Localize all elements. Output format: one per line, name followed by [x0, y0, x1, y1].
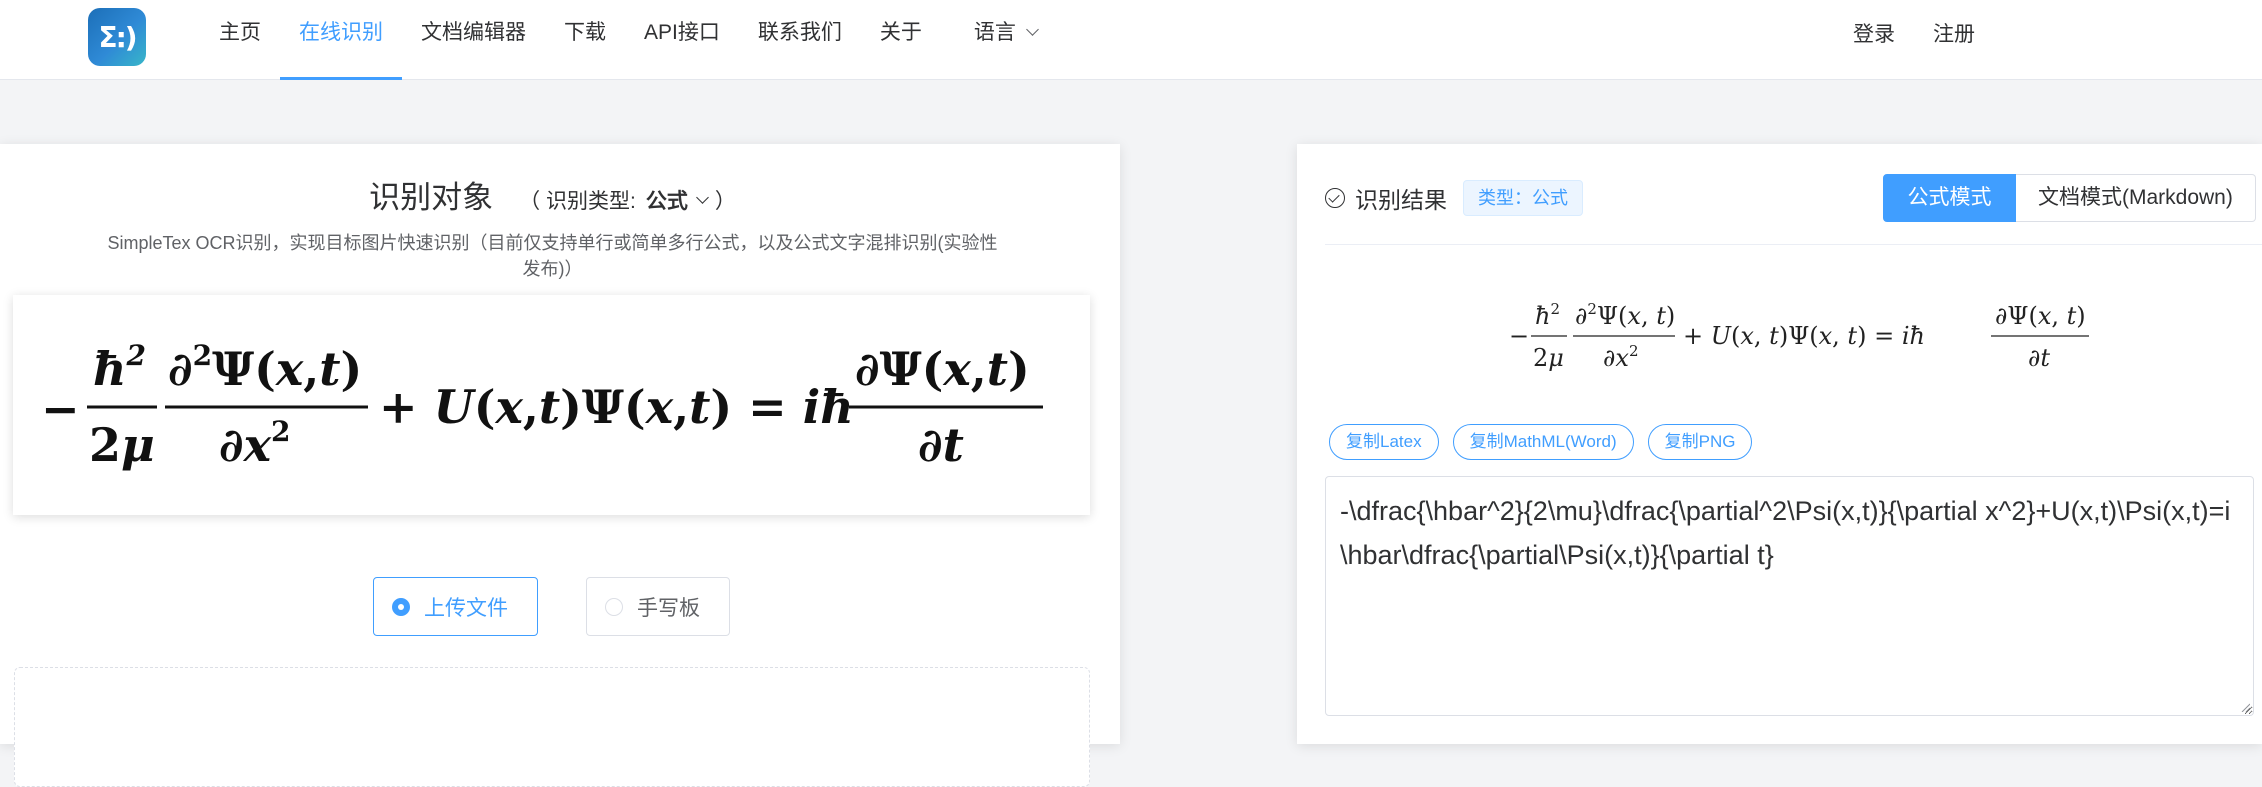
svg-text:∂t: ∂t [918, 418, 964, 472]
nav-item-home[interactable]: 主页 [200, 0, 280, 80]
handwriting-board-label: 手写板 [637, 596, 700, 620]
copy-mathml-button[interactable]: 复制MathML(Word) [1452, 424, 1634, 460]
resize-handle-icon[interactable] [2240, 702, 2250, 712]
copy-latex-button[interactable]: 复制Latex [1329, 424, 1439, 460]
latex-output-textarea[interactable]: -\dfrac{\hbar^2}{2\mu}\dfrac{\partial^2\… [1325, 476, 2254, 716]
login-link[interactable]: 登录 [1853, 18, 1895, 48]
page-title: 识别对象 [369, 180, 494, 215]
svg-text:∂x2: ∂x2 [1603, 342, 1639, 372]
copy-png-button[interactable]: 复制PNG [1647, 424, 1753, 460]
svg-text:∂Ψ(x,t): ∂Ψ(x,t) [855, 342, 1030, 396]
svg-text:−: − [41, 382, 80, 436]
nav-item-contact[interactable]: 联系我们 [739, 0, 861, 80]
svg-text:∂Ψ(x, t): ∂Ψ(x, t) [1995, 302, 2086, 330]
svg-text:ħ2: ħ2 [93, 339, 146, 396]
formula-input-image: − ħ2 2μ ∂2Ψ(x,t) ∂x2 + U(x,t)Ψ(x,t) = iħ… [13, 295, 1090, 515]
svg-text:+ U(x,t)Ψ(x,t) = iħ: + U(x,t)Ψ(x,t) = iħ [379, 380, 854, 434]
recognition-type-value[interactable]: 公式 [646, 190, 688, 213]
document-mode-button[interactable]: 文档模式(Markdown) [2016, 174, 2256, 222]
radio-unselected-icon [605, 597, 623, 616]
latex-output-text: -\dfrac{\hbar^2}{2\mu}\dfrac{\partial^2\… [1340, 496, 2231, 570]
svg-text:+ U(x, t)Ψ(x, t) = iħ: + U(x, t)Ψ(x, t) = iħ [1683, 322, 1925, 350]
formula-mode-button[interactable]: 公式模式 [1883, 174, 2016, 222]
result-view-mode-toggle: 公式模式 文档模式(Markdown) [1883, 174, 2256, 222]
top-navbar: Σ:) 主页 在线识别 文档编辑器 下载 API接口 联系我们 关于 语言 登录… [0, 0, 2262, 80]
main-nav: 主页 在线识别 文档编辑器 下载 API接口 联系我们 关于 语言 [200, 0, 1056, 80]
divider [1325, 244, 2262, 245]
rendered-formula: − ħ2 2μ ∂2Ψ(x, t) ∂x2 + U(x, t)Ψ(x, t) =… [1505, 292, 2105, 382]
handwriting-board-option[interactable]: 手写板 [586, 577, 730, 636]
nav-item-online-recognition[interactable]: 在线识别 [280, 0, 402, 80]
chevron-down-icon [1025, 23, 1039, 36]
recognition-input-panel: 识别对象 （ 识别类型: 公式） SimpleTex OCR识别，实现目标图片快速识… [0, 144, 1120, 787]
nav-item-api[interactable]: API接口 [625, 0, 739, 80]
radio-selected-icon [392, 597, 410, 616]
nav-item-about[interactable]: 关于 [861, 0, 941, 80]
copy-actions: 复制Latex 复制MathML(Word) 复制PNG [1329, 424, 1753, 460]
nav-item-doc-editor[interactable]: 文档编辑器 [402, 0, 545, 80]
upload-dropzone[interactable] [14, 667, 1090, 787]
recognition-type-selector[interactable]: （ 识别类型: 公式） [519, 190, 736, 213]
svg-text:2μ: 2μ [1533, 344, 1564, 372]
svg-text:∂2Ψ(x,t): ∂2Ψ(x,t) [168, 339, 362, 396]
svg-text:2μ: 2μ [89, 418, 155, 472]
register-link[interactable]: 注册 [1933, 18, 1975, 48]
check-circle-icon [1325, 188, 1345, 208]
logo[interactable]: Σ:) [88, 8, 146, 66]
svg-text:ħ2: ħ2 [1535, 300, 1560, 330]
svg-text:∂2Ψ(x, t): ∂2Ψ(x, t) [1575, 300, 1675, 330]
result-type-tag: 类型：公式 [1463, 180, 1583, 216]
svg-text:∂x2: ∂x2 [219, 415, 291, 472]
nav-item-download[interactable]: 下载 [545, 0, 625, 80]
svg-text:−: − [1509, 322, 1529, 350]
upload-file-label: 上传文件 [424, 596, 508, 620]
recognition-title-row: 识别对象 （ 识别类型: 公式） [0, 172, 1105, 217]
recognition-description: SimpleTex OCR识别，实现目标图片快速识别（目前仅支持单行或简单多行公… [107, 233, 998, 279]
chevron-down-icon [695, 191, 709, 204]
result-header: 识别结果 类型：公式 [1325, 180, 1583, 216]
language-dropdown[interactable]: 语言 [955, 0, 1056, 80]
svg-text:∂t: ∂t [2028, 344, 2050, 372]
auth-links: 登录 注册 [1853, 0, 1975, 66]
upload-file-option[interactable]: 上传文件 [373, 577, 538, 636]
rendered-formula-graphic: − ħ2 2μ ∂2Ψ(x, t) ∂x2 + U(x, t)Ψ(x, t) =… [1509, 300, 2089, 372]
result-title: 识别结果 [1355, 187, 1447, 213]
formula-image-graphic: − ħ2 2μ ∂2Ψ(x,t) ∂x2 + U(x,t)Ψ(x,t) = iħ… [41, 339, 1043, 472]
recognition-result-panel: 识别结果 类型：公式 公式模式 文档模式(Markdown) − ħ2 2μ ∂… [1297, 144, 2262, 744]
